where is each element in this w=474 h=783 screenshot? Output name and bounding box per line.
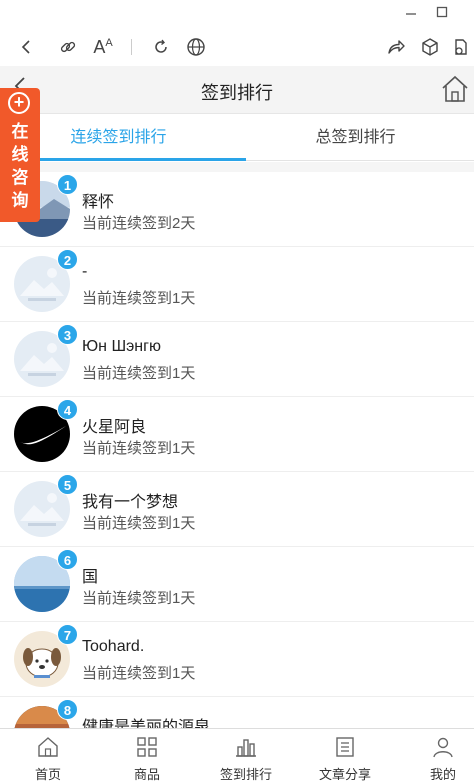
consult-char: 线 [11,145,29,164]
nav-label: 文章分享 [318,767,371,782]
user-name: 释怀 [82,194,115,211]
bar-chart-icon [234,735,258,759]
user-name: 国 [82,569,99,586]
globe-icon[interactable] [184,35,208,59]
document-icon [333,735,357,759]
checkin-status: 当前连续签到2天 [82,215,196,232]
checkin-status: 当前连续签到1天 [82,515,196,532]
user-name: 火星阿良 [82,419,147,436]
rank-badge: 2 [57,249,78,270]
nav-mine[interactable]: 我的 [395,729,474,783]
grid-icon [135,735,159,759]
nav-checkin-ranking[interactable]: 签到排行 [198,729,294,783]
list-item[interactable]: 3 Юн Шэнгю 当前连续签到1天 [0,322,474,397]
consult-char: 咨 [11,168,29,187]
nav-home[interactable]: 首页 [0,729,96,783]
checkin-status: 当前连续签到1天 [82,590,196,607]
rank-badge: 4 [57,399,78,420]
rank-badge: 7 [57,624,78,645]
refresh-icon[interactable] [149,35,173,59]
user-icon [431,735,455,759]
home-icon [36,735,60,759]
home-icon[interactable] [440,74,470,104]
bottom-navigation: 首页 商品 签到排行 文章分享 我的 [0,728,474,783]
rank-badge: 6 [57,549,78,570]
consult-label: 在 线 咨 询 [9,120,31,212]
checkin-status: 当前连续签到1天 [82,365,196,382]
list-item[interactable]: 6 国 当前连续签到1天 [0,547,474,622]
list-item[interactable]: 2 - 当前连续签到1天 [0,247,474,322]
page-header: 签到排行 [0,66,474,114]
consult-char: 在 [11,122,29,141]
user-name: 健康是美丽的源泉 [82,719,211,728]
consult-char: 询 [11,191,29,210]
ranking-list: 1 释怀 当前连续签到2天 2 - 当前连续签到1天 3 Юн Шэнгю 当前… [0,172,474,728]
nav-article-share[interactable]: 文章分享 [297,729,393,783]
user-name: Юн Шэнгю [82,338,161,355]
browser-toolbar: AA [0,28,474,66]
ranking-tabs: 连续签到排行 总签到排行 [0,115,474,161]
nav-label: 首页 [34,767,61,782]
rank-badge: 1 [57,174,78,195]
online-consult-button[interactable]: + 在 线 咨 询 [0,88,40,222]
text-size-small: A [105,37,113,49]
rank-badge: 3 [57,324,78,345]
checkin-status: 当前连续签到1天 [82,440,196,457]
user-name: 我有一个梦想 [82,494,179,511]
nav-label: 签到排行 [219,767,272,782]
nav-label: 商品 [133,767,160,782]
checkin-status: 当前连续签到1天 [82,290,196,307]
toolbar-separator [131,39,132,55]
back-icon[interactable] [14,35,38,59]
section-gap [0,162,474,172]
cube-icon[interactable] [418,35,442,59]
text-size-icon[interactable]: AA [91,35,115,59]
rank-badge: 5 [57,474,78,495]
list-item[interactable]: 5 我有一个梦想 当前连续签到1天 [0,472,474,547]
user-name: - [82,263,88,280]
link-icon[interactable] [56,35,80,59]
minimize-icon[interactable] [401,4,421,22]
checkin-status: 当前连续签到1天 [82,665,196,682]
text-size-label: A [93,36,106,57]
rank-badge: 8 [57,699,78,720]
page-title: 签到排行 [201,83,273,103]
window-title-bar [0,0,474,28]
maximize-icon[interactable] [432,4,452,22]
download-icon[interactable] [449,35,473,59]
tab-total-ranking[interactable]: 总签到排行 [237,115,474,161]
share-icon[interactable] [384,35,408,59]
nav-products[interactable]: 商品 [99,729,195,783]
list-item[interactable]: 8 健康是美丽的源泉 [0,697,474,728]
list-item[interactable]: 7 Toohard. 当前连续签到1天 [0,622,474,697]
nav-label: 我的 [429,767,456,782]
list-item[interactable]: 1 释怀 当前连续签到2天 [0,172,474,247]
list-item[interactable]: 4 火星阿良 当前连续签到1天 [0,397,474,472]
plus-icon: + [8,92,30,114]
user-name: Toohard. [82,638,145,655]
